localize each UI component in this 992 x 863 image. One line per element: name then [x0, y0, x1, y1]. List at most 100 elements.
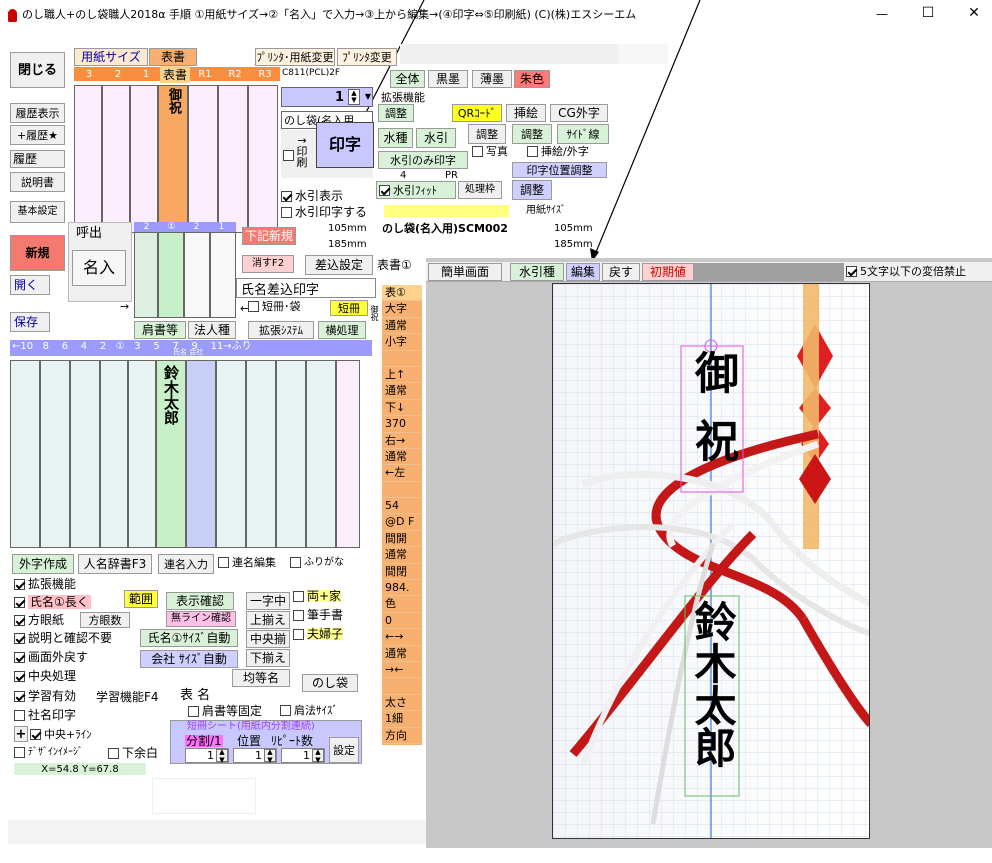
couple-checkbox[interactable] — [293, 628, 304, 640]
name-col-furigana[interactable] — [336, 360, 360, 548]
hogan-checkbox[interactable] — [14, 614, 25, 626]
furigana-option[interactable]: ふりがな — [290, 557, 344, 568]
name-col-7[interactable] — [246, 360, 276, 548]
gaiji-create-button[interactable]: 外字作成 — [12, 554, 74, 574]
kataho-option[interactable]: 肩法ｻｲｽﾞ — [280, 705, 338, 716]
illust-checkbox[interactable] — [527, 146, 538, 157]
range-button[interactable]: 範囲 — [124, 590, 158, 608]
side-option[interactable] — [382, 678, 422, 695]
print-position-adjust-button[interactable]: 印字位置調整 — [512, 162, 607, 178]
side-option[interactable]: 通常 — [382, 646, 422, 662]
side-option[interactable] — [382, 351, 422, 367]
close-window-button[interactable]: ✕ — [962, 6, 986, 20]
history-button[interactable]: 履歴 — [10, 150, 65, 168]
learning-checkbox[interactable] — [14, 690, 25, 702]
open-button[interactable]: 開く — [10, 275, 50, 295]
photo-checkbox[interactable] — [472, 146, 483, 157]
print-checkbox[interactable] — [283, 150, 294, 161]
side-option[interactable]: 間閉 — [382, 564, 422, 581]
name-insert-box[interactable]: 氏名差込印字 — [236, 278, 376, 298]
learning-f4-label[interactable]: 学習機能F4 — [96, 691, 159, 703]
tanzaku-fukuro-option[interactable]: 短冊･袋 — [248, 301, 301, 312]
side-option[interactable]: 54 — [382, 498, 422, 515]
mizuhiki-only-print-button[interactable]: 水引のみ印字 — [378, 151, 468, 169]
ryoke-checkbox[interactable] — [293, 590, 304, 602]
side-option[interactable]: 色 — [382, 596, 422, 613]
maximize-button[interactable]: ☐ — [916, 6, 940, 20]
side-option[interactable]: 984. — [382, 580, 422, 597]
learning-option[interactable]: 学習有効 — [14, 690, 76, 702]
side-option[interactable]: 上↑ — [382, 367, 422, 384]
omote-col-r3[interactable] — [248, 85, 278, 233]
frame-button[interactable]: 処理枠 — [458, 181, 502, 199]
side-option[interactable]: 方向 — [382, 728, 422, 744]
display-confirm-button[interactable]: 表示確認 — [166, 592, 234, 610]
brush-option[interactable]: 筆手書 — [293, 609, 343, 621]
settings-button[interactable]: 基本設定 — [10, 201, 65, 223]
history-add-button[interactable]: +履歴★ — [10, 125, 65, 145]
kataho-checkbox[interactable] — [280, 705, 291, 716]
new-button[interactable]: 新規 — [10, 235, 65, 271]
new-below-button[interactable]: 下記新規 — [242, 227, 296, 245]
black-ink-button[interactable]: 黒墨 — [428, 70, 468, 88]
sub-col-1[interactable] — [134, 232, 158, 318]
sub-col-2[interactable] — [158, 232, 184, 318]
name-col-5[interactable] — [216, 360, 246, 548]
name-entry-button[interactable]: 名入 — [72, 250, 126, 286]
side-option[interactable]: 小字 — [382, 334, 422, 351]
edit-tab[interactable]: 編集 — [566, 263, 600, 281]
mizuhiki-kind-button[interactable]: 水種 — [378, 128, 413, 148]
hogan-option[interactable]: 方眼紙 — [14, 614, 64, 626]
history-show-button[interactable]: 履歴表示 — [10, 103, 65, 123]
side-option[interactable]: 0 — [382, 613, 422, 630]
design-image-checkbox[interactable] — [14, 747, 25, 758]
omote-col-r2[interactable] — [218, 85, 248, 233]
spinner-dropdown-icon[interactable]: ▼ — [365, 92, 371, 101]
name-col-2[interactable] — [128, 360, 156, 548]
split-arrows-icon[interactable]: ▲ ▼ — [216, 748, 228, 764]
side-option[interactable]: 大字 — [382, 301, 422, 318]
side-line-button[interactable]: ｻｲﾄﾞ線 — [557, 124, 609, 144]
minimize-button[interactable]: — — [870, 8, 894, 20]
shimei-long-option[interactable]: 氏名①長く — [14, 595, 91, 609]
qr-button[interactable]: QRｺｰﾄﾞ — [452, 104, 502, 122]
print-button[interactable]: 印字 — [316, 122, 374, 168]
omote-tab[interactable]: 表書 — [149, 48, 197, 66]
noshi-bag-button[interactable]: のし袋 — [302, 674, 358, 692]
side-option[interactable]: 間開 — [382, 531, 422, 548]
close-button[interactable]: 閉じる — [10, 52, 65, 88]
omote-col-r1[interactable] — [188, 85, 218, 233]
omote-col-2[interactable] — [102, 85, 130, 233]
brush-checkbox[interactable] — [293, 609, 304, 621]
name-col-6[interactable] — [70, 360, 100, 548]
illustration-button[interactable]: 挿絵 — [506, 104, 546, 122]
mizuhiki-show-checkbox[interactable] — [281, 190, 292, 202]
offscreen-return-option[interactable]: 画面外戻す — [14, 651, 88, 663]
katagaki-button[interactable]: 肩書等 — [134, 321, 186, 339]
omote-col-1[interactable] — [130, 85, 158, 233]
reset-tab[interactable]: 初期値 — [642, 263, 694, 281]
no-confirm-checkbox[interactable] — [14, 632, 25, 644]
omote-col-3[interactable] — [74, 85, 102, 233]
couple-option[interactable]: 夫婦子 — [293, 628, 344, 640]
printer-change2-button[interactable]: ﾌﾟﾘﾝﾀ変更 — [337, 48, 397, 66]
sub-col-4[interactable] — [210, 232, 236, 318]
repeat-spinner[interactable]: 1 ▲ ▼ — [281, 748, 325, 764]
company-print-option[interactable]: 社名印字 — [14, 709, 76, 721]
spinner-arrows-icon[interactable]: ▲ ▼ — [348, 89, 360, 105]
top-align-button[interactable]: 上揃え — [246, 611, 290, 629]
simple-screen-tab[interactable]: 簡単画面 — [428, 263, 502, 281]
mizuhiki-show-option[interactable]: 水引表示 — [281, 190, 343, 202]
katagaki-fixed-checkbox[interactable] — [188, 705, 199, 717]
ryoke-option[interactable]: 両+家 — [293, 590, 342, 602]
light-ink-button[interactable]: 薄墨 — [472, 70, 512, 88]
grid-count-button[interactable]: 方眼数 — [80, 612, 130, 628]
scale-limit-option[interactable]: 5文字以下の変倍禁止 — [846, 266, 966, 277]
adjust-button-2[interactable]: 調整 — [468, 124, 506, 144]
hojin-type-button[interactable]: 法人種 — [188, 321, 236, 339]
name-col-8[interactable] — [40, 360, 70, 548]
side-option[interactable]: 表① — [382, 285, 422, 302]
sub-col-3[interactable] — [184, 232, 210, 318]
design-image-option[interactable]: ﾃﾞｻﾞｲﾝｲﾒｰｼﾞ — [14, 747, 83, 758]
extended-system-button[interactable]: 拡張ｼｽﾃﾑ — [248, 321, 314, 339]
